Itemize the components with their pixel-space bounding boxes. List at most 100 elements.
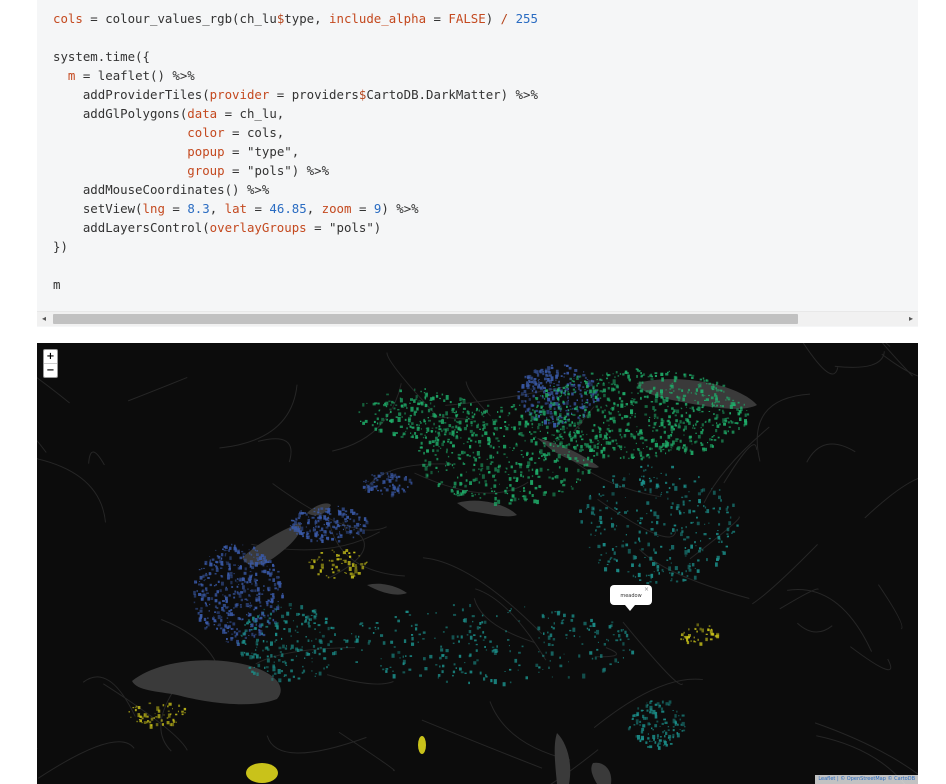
land-use-polygon[interactable] [623,477,626,481]
land-use-polygon[interactable] [593,444,597,449]
land-use-polygon[interactable] [493,679,497,685]
land-use-polygon[interactable] [583,371,585,373]
land-use-polygon[interactable] [551,611,553,614]
land-use-polygon[interactable] [632,405,634,406]
land-use-polygon[interactable] [341,507,345,512]
land-use-polygon[interactable] [570,437,573,442]
land-use-polygon[interactable] [269,605,273,608]
land-use-polygon[interactable] [469,635,473,640]
land-use-polygon[interactable] [599,495,602,497]
land-use-polygon[interactable] [375,629,377,631]
land-use-polygon[interactable] [611,492,615,496]
land-use-polygon[interactable] [305,636,307,638]
land-use-polygon[interactable] [420,401,424,406]
land-use-polygon[interactable] [726,533,729,535]
land-use-polygon[interactable] [663,426,666,429]
land-use-polygon[interactable] [481,614,484,617]
land-use-polygon[interactable] [680,532,683,537]
land-use-polygon[interactable] [713,507,715,510]
land-use-polygon[interactable] [321,634,325,638]
land-use-polygon[interactable] [444,654,446,656]
land-use-polygon[interactable] [274,656,277,658]
land-use-polygon[interactable] [705,633,708,635]
land-use-polygon[interactable] [589,468,592,470]
land-use-polygon[interactable] [258,598,261,602]
land-use-polygon[interactable] [227,630,229,633]
land-use-polygon[interactable] [714,635,718,638]
land-use-polygon[interactable] [258,614,261,616]
land-use-polygon[interactable] [482,639,485,641]
land-use-polygon[interactable] [402,662,405,666]
land-use-polygon[interactable] [400,435,404,438]
land-use-polygon[interactable] [648,456,651,459]
land-use-polygon[interactable] [222,609,226,612]
land-use-polygon[interactable] [668,566,671,571]
land-use-polygon[interactable] [376,417,379,421]
land-use-polygon[interactable] [656,702,660,706]
land-use-polygon[interactable] [389,485,391,487]
land-use-polygon[interactable] [132,707,134,709]
land-use-polygon[interactable] [594,395,598,399]
land-use-polygon[interactable] [355,532,358,535]
land-use-polygon[interactable] [266,655,269,658]
land-use-polygon[interactable] [297,526,300,529]
land-use-polygon[interactable] [638,537,640,541]
land-use-polygon[interactable] [258,556,262,561]
land-use-polygon[interactable] [437,676,440,679]
land-use-polygon[interactable] [242,555,244,558]
land-use-polygon[interactable] [640,730,644,734]
land-use-polygon[interactable] [371,424,374,427]
land-use-polygon[interactable] [334,633,336,636]
land-use-polygon[interactable] [272,610,275,613]
land-use-polygon[interactable] [599,520,603,525]
land-use-polygon[interactable] [598,441,600,443]
land-use-polygon[interactable] [452,604,455,607]
land-use-polygon[interactable] [392,674,396,679]
land-use-polygon[interactable] [228,549,230,552]
land-use-polygon[interactable] [175,713,178,716]
land-use-polygon[interactable] [245,603,249,608]
land-use-polygon[interactable] [672,410,675,414]
land-use-polygon[interactable] [459,481,462,486]
land-use-polygon[interactable] [534,441,538,446]
land-use-polygon[interactable] [311,559,313,561]
land-use-polygon[interactable] [335,565,338,569]
land-use-polygon[interactable] [458,403,461,407]
land-use-polygon[interactable] [530,403,534,407]
land-use-polygon[interactable] [677,425,681,429]
land-use-polygon[interactable] [650,577,652,580]
land-use-polygon[interactable] [525,676,529,680]
land-use-polygon[interactable] [563,478,566,482]
land-use-polygon[interactable] [471,615,475,618]
land-use-polygon[interactable] [296,631,299,633]
land-use-polygon[interactable] [135,705,138,708]
land-use-polygon[interactable] [606,427,610,431]
land-use-polygon[interactable] [312,528,316,532]
land-use-polygon[interactable] [660,545,663,548]
land-use-polygon[interactable] [419,420,422,422]
land-use-polygon[interactable] [167,705,169,708]
land-use-polygon[interactable] [526,381,528,383]
land-use-polygon[interactable] [663,739,666,743]
land-use-polygon[interactable] [583,405,586,409]
land-use-polygon[interactable] [668,370,670,373]
land-use-polygon[interactable] [374,413,377,415]
land-use-polygon[interactable] [490,487,492,490]
land-use-polygon[interactable] [465,471,467,473]
land-use-polygon[interactable] [411,634,414,636]
land-use-polygon[interactable] [540,414,542,416]
land-use-polygon[interactable] [197,612,200,615]
land-use-polygon[interactable] [656,416,659,420]
land-use-polygon[interactable] [297,677,301,680]
land-use-polygon[interactable] [699,411,701,413]
land-use-polygon[interactable] [296,532,299,535]
land-use-polygon[interactable] [525,410,527,413]
land-use-polygon[interactable] [323,515,327,520]
land-use-polygon[interactable] [627,727,631,731]
land-use-polygon[interactable] [704,395,706,397]
land-use-polygon[interactable] [682,397,685,402]
land-use-polygon[interactable] [711,439,713,441]
land-use-polygon[interactable] [445,680,448,683]
land-use-polygon[interactable] [637,448,640,451]
land-use-polygon[interactable] [478,456,481,459]
